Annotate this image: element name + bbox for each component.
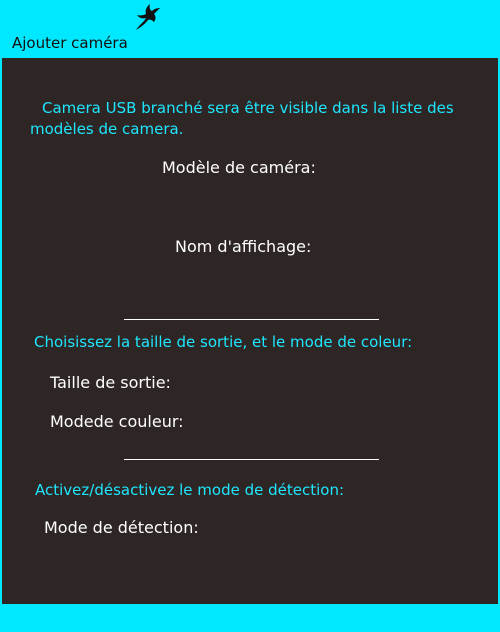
detection-section-heading: Activez/désactivez le mode de détection: — [35, 481, 345, 499]
window-title: Ajouter caméra — [12, 34, 128, 52]
display-name-label: Nom d'affichage: — [175, 237, 312, 256]
camera-model-label: Modèle de caméra: — [162, 158, 316, 177]
usb-info-text: Camera USB branché sera être visible dan… — [30, 99, 454, 138]
title-bar: Ajouter caméra — [0, 0, 500, 58]
detection-mode-label: Mode de détection: — [44, 518, 199, 537]
footer-bar — [0, 604, 500, 632]
output-section-heading: Choisissez la taille de sortie, et le mo… — [34, 333, 413, 351]
eagle-icon — [136, 4, 160, 30]
color-mode-label: Modede couleur: — [50, 412, 184, 431]
output-size-label: Taille de sortie: — [50, 373, 171, 392]
section-divider — [124, 459, 379, 460]
add-camera-panel: Camera USB branché sera être visible dan… — [2, 58, 498, 604]
section-divider — [124, 319, 379, 320]
